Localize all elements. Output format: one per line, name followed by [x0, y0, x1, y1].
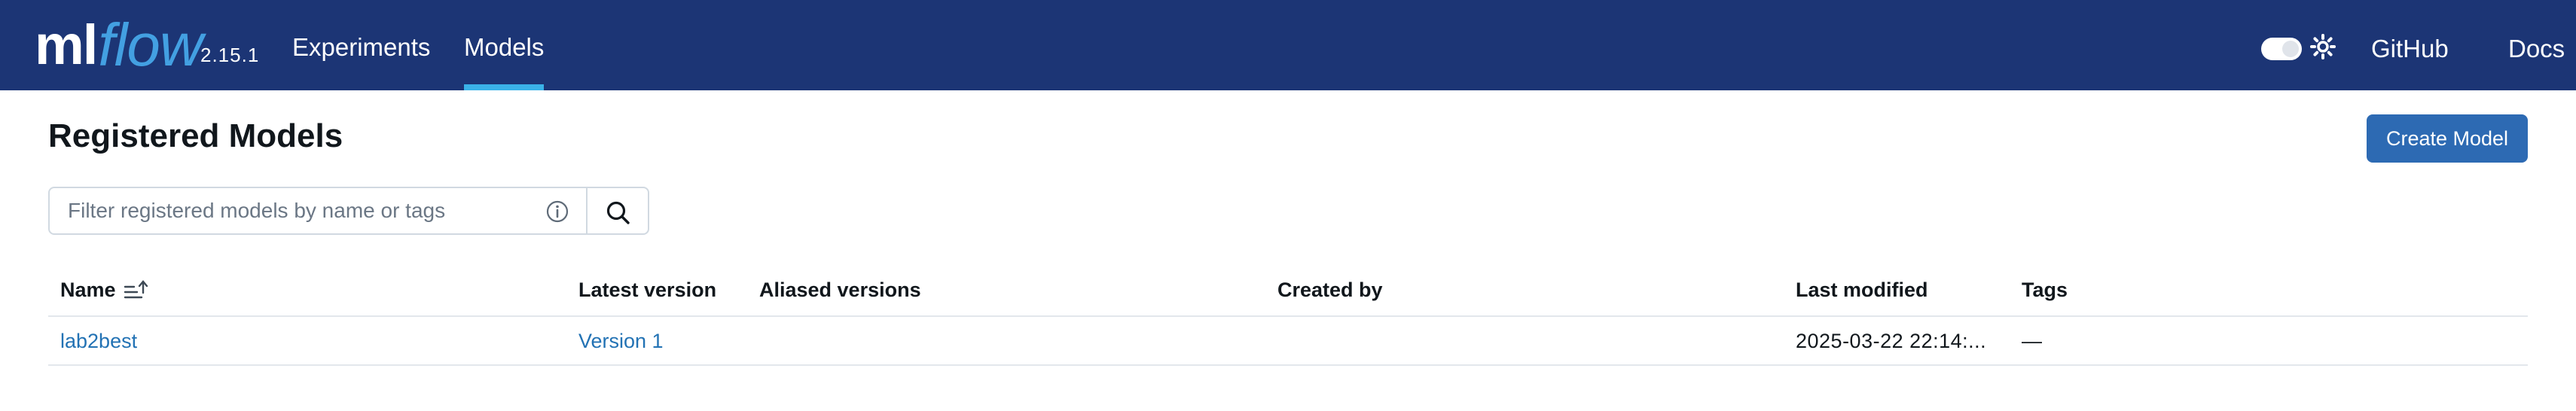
logo-ml-text: ml	[35, 14, 98, 76]
table-row-divider	[48, 364, 2528, 366]
search-button[interactable]	[586, 187, 649, 235]
top-nav-bar: ml flow 2.15.1 Experiments Models GitHub…	[0, 0, 2576, 90]
info-icon[interactable]	[545, 199, 569, 224]
version-label: 2.15.1	[200, 44, 260, 66]
column-header-last-modified[interactable]: Last modified	[1796, 279, 1928, 302]
create-model-button[interactable]: Create Model	[2367, 114, 2528, 163]
search-box	[48, 187, 588, 235]
column-header-aliased-versions: Aliased versions	[759, 279, 921, 301]
docs-link[interactable]: Docs	[2508, 35, 2565, 63]
active-nav-indicator	[464, 84, 544, 90]
tags-cell: —	[2022, 330, 2042, 352]
sort-ascending-icon[interactable]	[124, 279, 149, 302]
latest-version-link[interactable]: Version 1	[578, 330, 664, 353]
sun-icon	[2310, 34, 2336, 59]
logo-flow-text: flow	[98, 11, 203, 78]
table-header-divider	[48, 315, 2528, 317]
toggle-knob	[2282, 41, 2299, 57]
model-name-link[interactable]: lab2best	[60, 330, 137, 353]
column-header-created-by: Created by	[1277, 279, 1383, 301]
theme-toggle[interactable]	[2261, 38, 2302, 60]
nav-experiments[interactable]: Experiments	[292, 33, 430, 62]
nav-models[interactable]: Models	[464, 33, 544, 62]
github-link[interactable]: GitHub	[2371, 35, 2449, 63]
column-header-name[interactable]: Name	[60, 279, 149, 302]
column-header-latest-version: Latest version	[578, 279, 717, 301]
column-header-name-label: Name	[60, 279, 116, 301]
column-header-tags: Tags	[2022, 279, 2068, 301]
mlflow-logo[interactable]: ml flow	[35, 11, 203, 80]
last-modified-cell: 2025-03-22 22:14:...	[1796, 330, 1987, 352]
search-icon	[606, 201, 630, 224]
page-title: Registered Models	[48, 117, 343, 154]
search-input[interactable]	[68, 188, 535, 233]
